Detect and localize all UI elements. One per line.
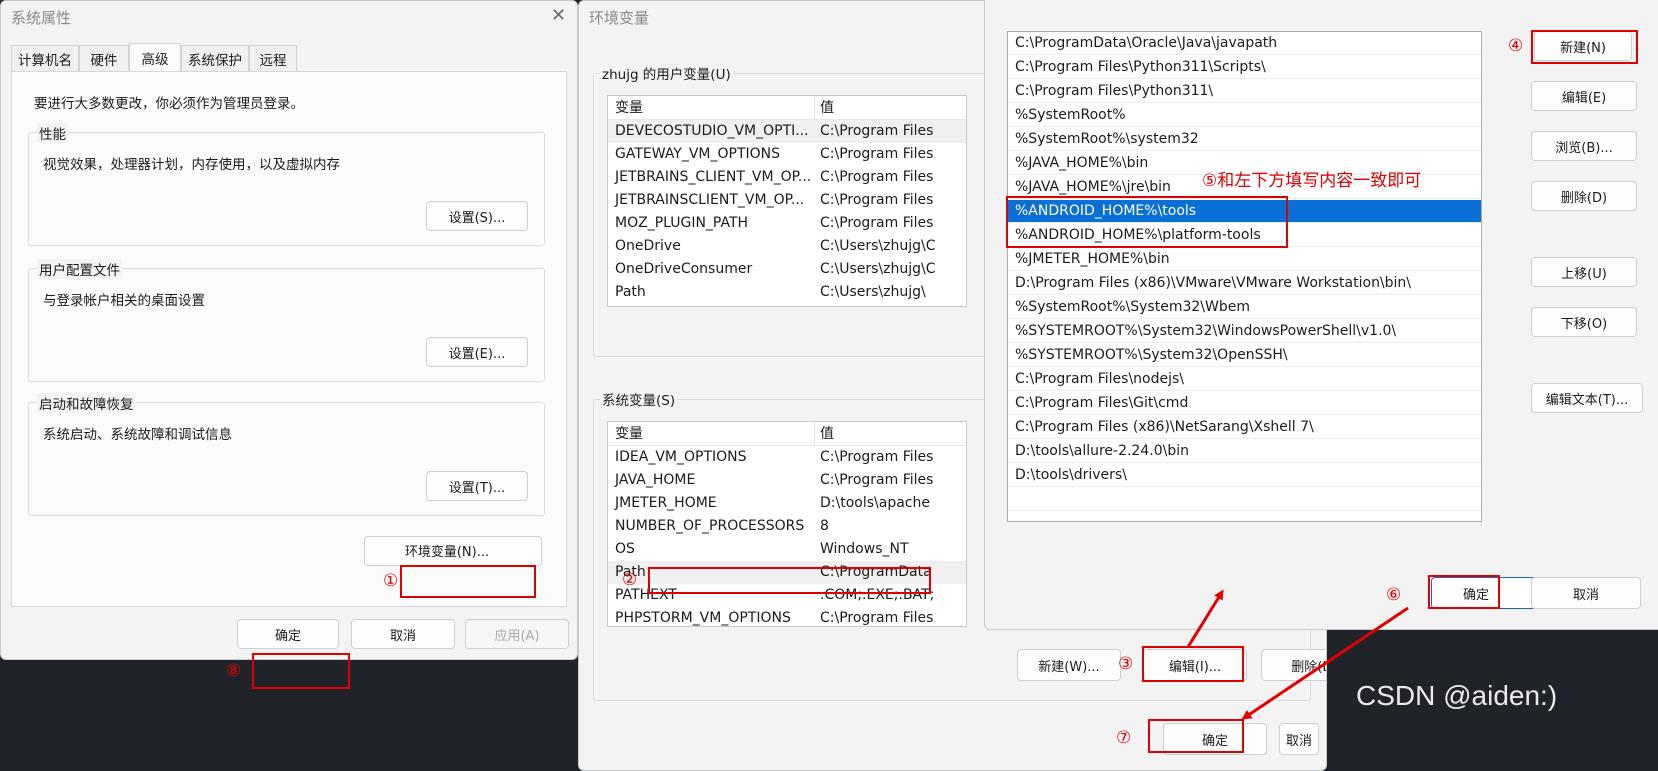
watermark: CSDN @aiden:): [1356, 680, 1558, 711]
annotation-arrows: [1186, 589, 1409, 720]
arrow-edit-to-dialog: [1186, 589, 1224, 648]
